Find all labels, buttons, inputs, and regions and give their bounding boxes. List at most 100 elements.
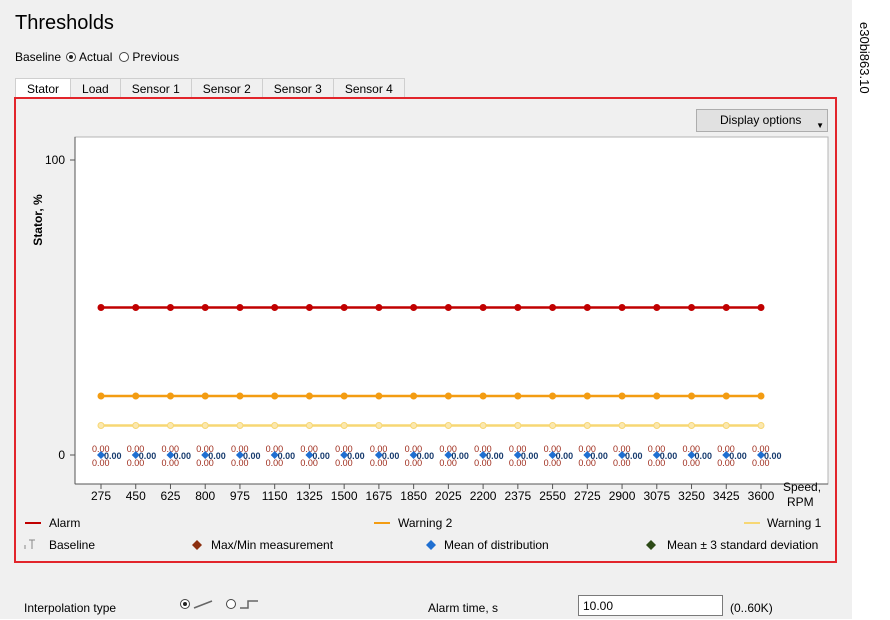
legend-alarm-label: Alarm	[49, 516, 80, 530]
mean-value-label: 0.00	[173, 451, 191, 461]
series-point-alarm	[132, 304, 140, 311]
mean-value-label: 0.00	[625, 451, 643, 461]
x-tick-label: 3075	[643, 489, 670, 503]
series-point-warning-2	[305, 392, 313, 400]
mean-value-label: 0.00	[590, 451, 608, 461]
x-axis-label: Speed,	[783, 480, 821, 494]
x-tick-label: 1850	[400, 489, 427, 503]
series-point-warning-1	[271, 422, 279, 429]
series-point-alarm	[97, 304, 105, 311]
interpolation-options	[175, 599, 259, 609]
series-point-alarm	[271, 304, 279, 311]
alarm-time-range: (0..60K)	[730, 601, 773, 615]
mean-value-label: 0.00	[660, 451, 678, 461]
mean-value-label: 0.00	[556, 451, 574, 461]
series-point-warning-1	[201, 422, 209, 429]
series-point-warning-2	[618, 392, 626, 400]
series-point-warning-1	[166, 422, 174, 429]
series-point-alarm	[549, 304, 557, 311]
y-tick-label: 0	[58, 448, 65, 462]
x-tick-label: 275	[91, 489, 111, 503]
thresholds-panel: Thresholds Baseline Actual Previous Stat…	[0, 0, 852, 619]
series-point-warning-1	[305, 422, 313, 429]
series-point-warning-2	[479, 392, 487, 400]
series-point-warning-1	[444, 422, 452, 429]
linear-interpolation-icon	[193, 600, 213, 609]
x-tick-label: 2550	[539, 489, 566, 503]
document-reference: e30bi863.10	[857, 22, 885, 172]
series-point-alarm	[236, 304, 244, 311]
series-point-warning-2	[132, 392, 140, 400]
series-point-warning-1	[688, 422, 696, 429]
alarm-time-input[interactable]	[578, 595, 723, 616]
alarm-time-label: Alarm time, s	[428, 601, 499, 615]
series-point-alarm	[757, 304, 765, 311]
x-tick-label: 800	[195, 489, 215, 503]
interpolation-step-radio[interactable]	[226, 599, 236, 609]
series-point-warning-2	[757, 392, 765, 400]
y-tick-label: 100	[45, 153, 65, 167]
series-point-alarm	[479, 304, 487, 311]
series-point-alarm	[340, 304, 348, 311]
series-point-warning-2	[410, 392, 418, 400]
x-tick-label: 1500	[331, 489, 358, 503]
series-point-alarm	[166, 304, 174, 311]
series-point-warning-2	[271, 392, 279, 400]
series-point-warning-2	[514, 392, 522, 400]
series-point-warning-1	[549, 422, 557, 429]
series-point-warning-2	[97, 392, 105, 400]
x-tick-label: 2025	[435, 489, 462, 503]
legend-std-diamond-icon	[646, 540, 656, 550]
series-point-warning-1	[132, 422, 140, 429]
series-point-warning-1	[722, 422, 730, 429]
interpolation-label: Interpolation type	[24, 601, 117, 615]
series-point-warning-1	[375, 422, 383, 429]
series-point-warning-1	[97, 422, 105, 429]
series-point-warning-2	[201, 392, 209, 400]
mean-value-label: 0.00	[451, 451, 469, 461]
mean-value-label: 0.00	[521, 451, 539, 461]
series-point-alarm	[201, 304, 209, 311]
mean-value-label: 0.00	[312, 451, 330, 461]
mean-value-label: 0.00	[729, 451, 747, 461]
series-point-warning-1	[410, 422, 418, 429]
x-tick-label: 1675	[366, 489, 393, 503]
series-point-alarm	[653, 304, 661, 311]
x-tick-label: 3250	[678, 489, 705, 503]
mean-value-label: 0.00	[104, 451, 122, 461]
series-point-warning-1	[583, 422, 591, 429]
series-point-alarm	[375, 304, 383, 311]
mean-value-label: 0.00	[243, 451, 261, 461]
series-point-alarm	[410, 304, 418, 311]
series-point-warning-2	[653, 392, 661, 400]
mean-value-label: 0.00	[486, 451, 504, 461]
series-point-warning-2	[375, 392, 383, 400]
legend-warning-2-label: Warning 2	[398, 516, 453, 530]
mean-value-label: 0.00	[139, 451, 157, 461]
x-tick-label: 2900	[609, 489, 636, 503]
x-tick-label: 1325	[296, 489, 323, 503]
legend-warning-1-label: Warning 1	[767, 516, 822, 530]
threshold-chart: 0 100 Stator, % 275 450 625 800 975 1150 1325 1500…	[24, 136, 829, 552]
interpolation-linear-radio[interactable]	[180, 599, 190, 609]
series-point-warning-1	[236, 422, 244, 429]
mean-value-label: 0.00	[764, 451, 782, 461]
x-tick-label: 3425	[713, 489, 740, 503]
legend-maxmin-label: Max/Min measurement	[211, 538, 334, 552]
mean-value-label: 0.00	[347, 451, 365, 461]
legend-baseline-label: Baseline	[49, 538, 95, 552]
plot-area	[74, 136, 829, 485]
mean-value-label: 0.00	[695, 451, 713, 461]
legend-mean-label: Mean of distribution	[444, 538, 549, 552]
series-point-warning-1	[653, 422, 661, 429]
series-point-alarm	[688, 304, 696, 311]
mean-value-label: 0.00	[382, 451, 400, 461]
series-point-alarm	[618, 304, 626, 311]
mean-value-label: 0.00	[208, 451, 226, 461]
series-point-warning-2	[236, 392, 244, 400]
x-tick-label: 2725	[574, 489, 601, 503]
mean-value-label: 0.00	[278, 451, 296, 461]
legend-mean-diamond-icon	[426, 540, 436, 550]
x-tick-label: 2375	[504, 489, 531, 503]
series-point-warning-2	[583, 392, 591, 400]
